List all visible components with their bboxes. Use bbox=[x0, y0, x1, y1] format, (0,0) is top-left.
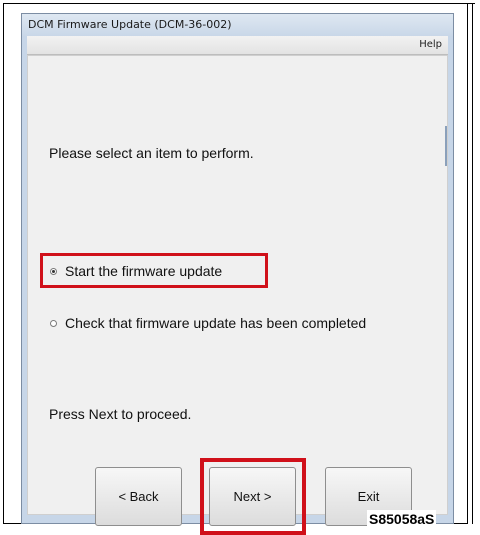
option-check-completed-label[interactable]: Check that firmware update has been comp… bbox=[65, 315, 366, 331]
highlight-box-option bbox=[40, 253, 268, 288]
option-check-completed[interactable]: Check that firmware update has been comp… bbox=[50, 315, 366, 331]
firmware-update-window: DCM Firmware Update (DCM-36-002) Help Pl… bbox=[21, 13, 454, 535]
proceed-hint: Press Next to proceed. bbox=[49, 406, 192, 422]
window-title: DCM Firmware Update (DCM-36-002) bbox=[28, 18, 232, 31]
dialog-body: Please select an item to perform. Start … bbox=[27, 55, 448, 535]
back-button[interactable]: < Back bbox=[95, 467, 182, 526]
document-frame-divider bbox=[472, 3, 473, 524]
menu-help[interactable]: Help bbox=[419, 39, 442, 50]
title-bar: DCM Firmware Update (DCM-36-002) bbox=[22, 14, 453, 36]
figure-label: S85058aS bbox=[367, 510, 437, 528]
menu-bar: Help bbox=[27, 36, 448, 55]
radio-check-completed[interactable] bbox=[50, 319, 57, 327]
highlight-box-next bbox=[200, 458, 306, 535]
window-edge-shadow bbox=[445, 126, 447, 166]
instruction-text: Please select an item to perform. bbox=[49, 145, 254, 161]
